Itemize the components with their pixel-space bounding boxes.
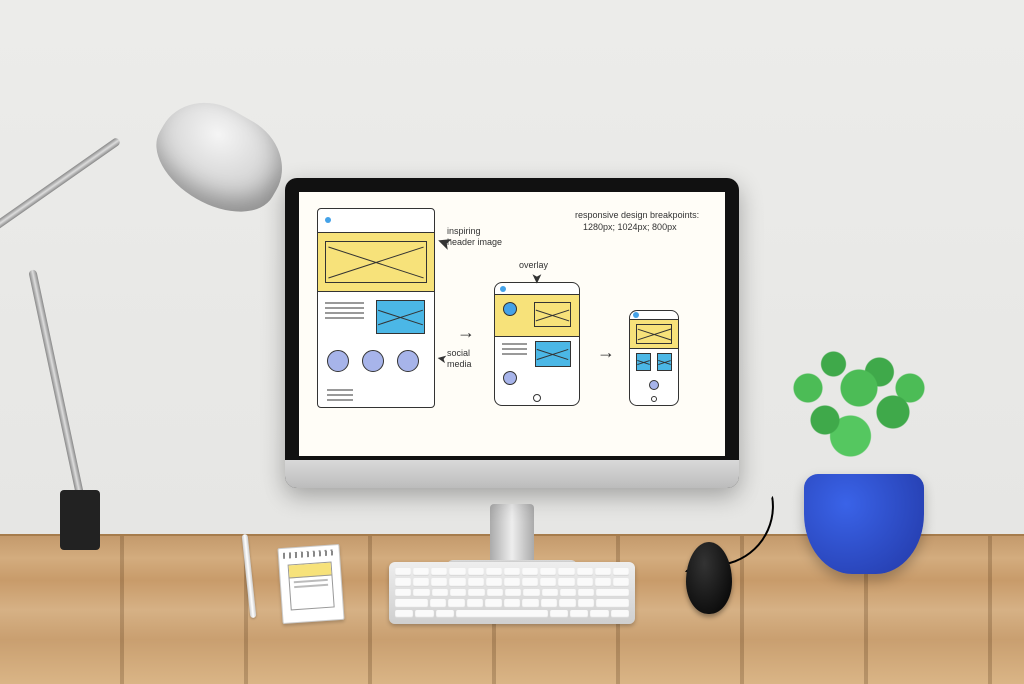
annotation-breakpoints-title: responsive design breakpoints:	[575, 210, 699, 221]
computer-mouse	[686, 542, 732, 614]
annotation-social-media: social media	[447, 348, 472, 370]
arrow-icon: ➤	[434, 230, 455, 255]
annotation-overlay: overlay	[519, 260, 548, 271]
monitor-screen: inspiring header image ➤ overlay ➤ socia…	[299, 192, 725, 456]
flow-arrow-icon: →	[597, 342, 615, 363]
wireframe-tablet	[494, 282, 580, 406]
annotation-header-image: inspiring header image	[447, 226, 502, 248]
plant-pot	[804, 474, 924, 574]
monitor: inspiring header image ➤ overlay ➤ socia…	[285, 178, 739, 488]
wireframe-phone	[629, 310, 679, 406]
wireframe-desktop	[317, 208, 435, 408]
plant-foliage	[774, 324, 944, 484]
arrow-icon: ➤	[528, 273, 545, 285]
flow-arrow-icon: →	[457, 322, 475, 343]
keyboard	[389, 562, 635, 624]
notepad	[277, 544, 344, 624]
annotation-breakpoints-values: 1280px; 1024px; 800px	[583, 222, 677, 233]
monitor-chin	[285, 460, 739, 488]
